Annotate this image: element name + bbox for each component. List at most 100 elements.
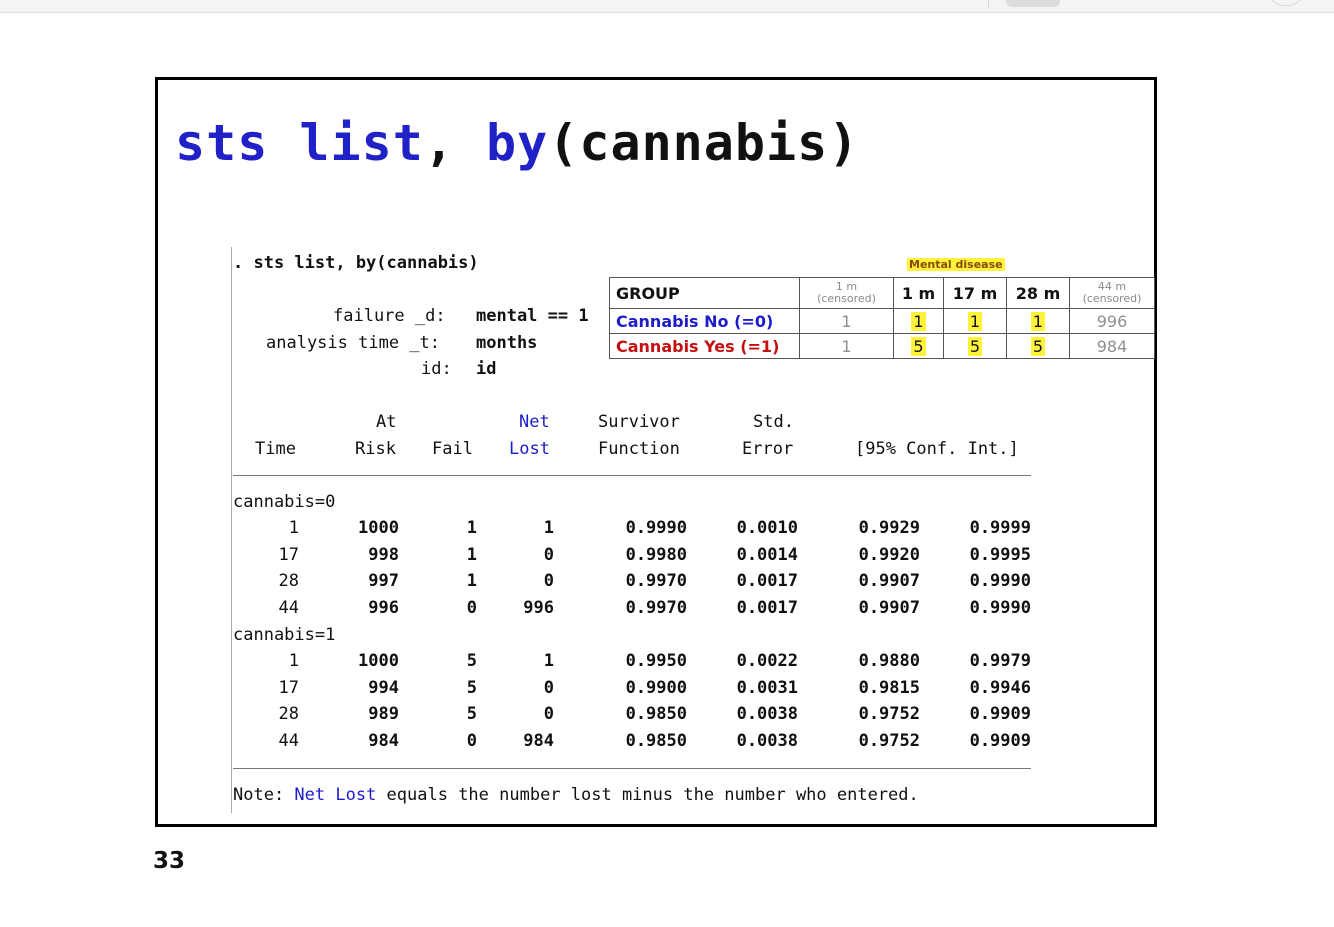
cell-yes-c1: 1 bbox=[799, 333, 894, 359]
cell-fail: 1 bbox=[466, 571, 477, 592]
cell-fail: 5 bbox=[466, 651, 477, 671]
cell-se: 0.0014 bbox=[736, 544, 798, 565]
cell-fail: 5 bbox=[466, 704, 477, 725]
top-bar-tab[interactable] bbox=[1006, 0, 1060, 7]
note-prefix: Note: bbox=[233, 785, 295, 805]
cell-yes-c3-value: 5 bbox=[967, 336, 983, 356]
failure-value: mental == 1 bbox=[476, 306, 589, 326]
header-net: Net bbox=[519, 412, 550, 432]
note-line: Note: Net Lost equals the number lost mi… bbox=[233, 785, 919, 805]
mental-disease-tag: Mental disease bbox=[907, 258, 1005, 271]
cell-no-c3-value: 1 bbox=[967, 311, 983, 331]
cell-no-c2-value: 1 bbox=[911, 311, 926, 331]
group-summary-header-row: GROUP 1 m (censored) 1 m 17 m 28 m 44 m (c… bbox=[609, 277, 1155, 309]
cell-lo: 0.9752 bbox=[858, 730, 920, 751]
analysis-time-label: analysis time _t: bbox=[266, 333, 440, 353]
cell-se: 0.0038 bbox=[736, 704, 798, 725]
cell-lost: 0 bbox=[543, 677, 554, 698]
cell-surv: 0.9850 bbox=[625, 704, 687, 725]
cell-surv: 0.9850 bbox=[625, 730, 687, 751]
page-number: 33 bbox=[153, 848, 186, 874]
cell-no-c1: 1 bbox=[799, 308, 894, 334]
cell-risk: 989 bbox=[368, 704, 399, 725]
id-value: id bbox=[476, 359, 497, 379]
header-at: At bbox=[376, 412, 397, 432]
cell-lo: 0.9907 bbox=[858, 571, 920, 592]
cell-time: 44 bbox=[278, 730, 299, 751]
cell-surv: 0.9990 bbox=[625, 518, 687, 538]
header-std: Std. bbox=[753, 412, 794, 432]
cell-fail: 0 bbox=[466, 730, 477, 751]
cell-time: 17 bbox=[278, 544, 299, 565]
header-lost: Lost bbox=[509, 439, 550, 459]
browser-top-bar bbox=[0, 0, 1334, 13]
header-time: Time bbox=[255, 439, 296, 459]
cell-lo: 0.9907 bbox=[858, 597, 920, 618]
cell-fail: 0 bbox=[466, 597, 477, 618]
cell-risk: 1000 bbox=[358, 651, 399, 671]
cell-lo: 0.9880 bbox=[858, 651, 920, 671]
cell-lost: 0 bbox=[543, 544, 554, 565]
cell-no-c5: 996 bbox=[1069, 308, 1155, 334]
cell-se: 0.0022 bbox=[736, 651, 798, 671]
group-label-cannabis-1: cannabis=1 bbox=[233, 625, 336, 645]
title-keyword-by: by bbox=[486, 114, 549, 172]
cell-risk: 998 bbox=[368, 544, 399, 565]
cell-risk: 997 bbox=[368, 571, 399, 592]
cell-fail: 5 bbox=[466, 677, 477, 698]
header-fail: Fail bbox=[432, 439, 473, 459]
col-44m-censored-sub: (censored) bbox=[1082, 292, 1142, 305]
cell-surv: 0.9970 bbox=[625, 597, 687, 618]
group-row-cannabis-no: Cannabis No (=0) 1 1 1 1 996 bbox=[609, 308, 1155, 334]
title-comma: , bbox=[423, 114, 487, 172]
cell-lost: 984 bbox=[523, 730, 554, 751]
cell-se: 0.0038 bbox=[736, 730, 798, 751]
cell-hi: 0.9990 bbox=[969, 597, 1031, 618]
group-header: GROUP bbox=[609, 277, 800, 309]
cell-hi: 0.9995 bbox=[969, 544, 1031, 565]
note-suffix: equals the number lost minus the number … bbox=[376, 785, 919, 805]
cell-yes-c3: 5 bbox=[943, 333, 1007, 359]
cell-time: 28 bbox=[278, 704, 299, 725]
cell-time: 28 bbox=[278, 571, 299, 592]
id-label: id: bbox=[421, 359, 452, 379]
col-17m: 17 m bbox=[943, 277, 1007, 309]
col-44m-censored: 44 m (censored) bbox=[1069, 277, 1155, 309]
group-label-no: Cannabis No (=0) bbox=[609, 308, 800, 334]
cell-surv: 0.9980 bbox=[625, 544, 687, 565]
cell-hi: 0.9946 bbox=[969, 677, 1031, 698]
cell-time: 17 bbox=[278, 677, 299, 698]
cell-no-c4: 1 bbox=[1006, 308, 1070, 334]
cell-se: 0.0017 bbox=[736, 571, 798, 592]
header-survivor: Survivor bbox=[598, 412, 680, 432]
cell-lost: 1 bbox=[543, 651, 554, 671]
header-function: Function bbox=[598, 439, 680, 459]
cell-lost: 0 bbox=[543, 704, 554, 725]
title-keyword-sts-list: sts list bbox=[175, 114, 424, 172]
cell-hi: 0.9999 bbox=[969, 518, 1031, 538]
cell-yes-c5: 984 bbox=[1069, 333, 1155, 359]
cell-lost: 1 bbox=[543, 518, 554, 538]
top-bar-circle-button[interactable] bbox=[1270, 0, 1302, 6]
cell-no-c3: 1 bbox=[943, 308, 1007, 334]
header-error: Error bbox=[742, 439, 794, 459]
cell-surv: 0.9950 bbox=[625, 651, 687, 671]
cell-fail: 1 bbox=[466, 518, 477, 538]
group-row-cannabis-yes: Cannabis Yes (=1) 1 5 5 5 984 bbox=[609, 333, 1155, 359]
cell-risk: 996 bbox=[368, 597, 399, 618]
cell-se: 0.0017 bbox=[736, 597, 798, 618]
cell-yes-c4: 5 bbox=[1006, 333, 1070, 359]
cell-no-c4-value: 1 bbox=[1030, 311, 1046, 331]
console-command: . sts list, by(cannabis) bbox=[233, 253, 479, 273]
table-bottom-rule bbox=[233, 768, 1031, 769]
header-ci: [95% Conf. Int.] bbox=[855, 439, 1019, 459]
cell-yes-c2: 5 bbox=[893, 333, 944, 359]
cell-yes-c4-value: 5 bbox=[1030, 336, 1046, 356]
slide-title: sts list, by(cannabis) bbox=[175, 114, 859, 172]
cell-hi: 0.9990 bbox=[969, 571, 1031, 592]
cell-lost: 0 bbox=[543, 571, 554, 592]
cell-lo: 0.9920 bbox=[858, 544, 920, 565]
top-bar-divider bbox=[988, 0, 989, 8]
col-28m: 28 m bbox=[1006, 277, 1070, 309]
header-risk: Risk bbox=[355, 439, 396, 459]
